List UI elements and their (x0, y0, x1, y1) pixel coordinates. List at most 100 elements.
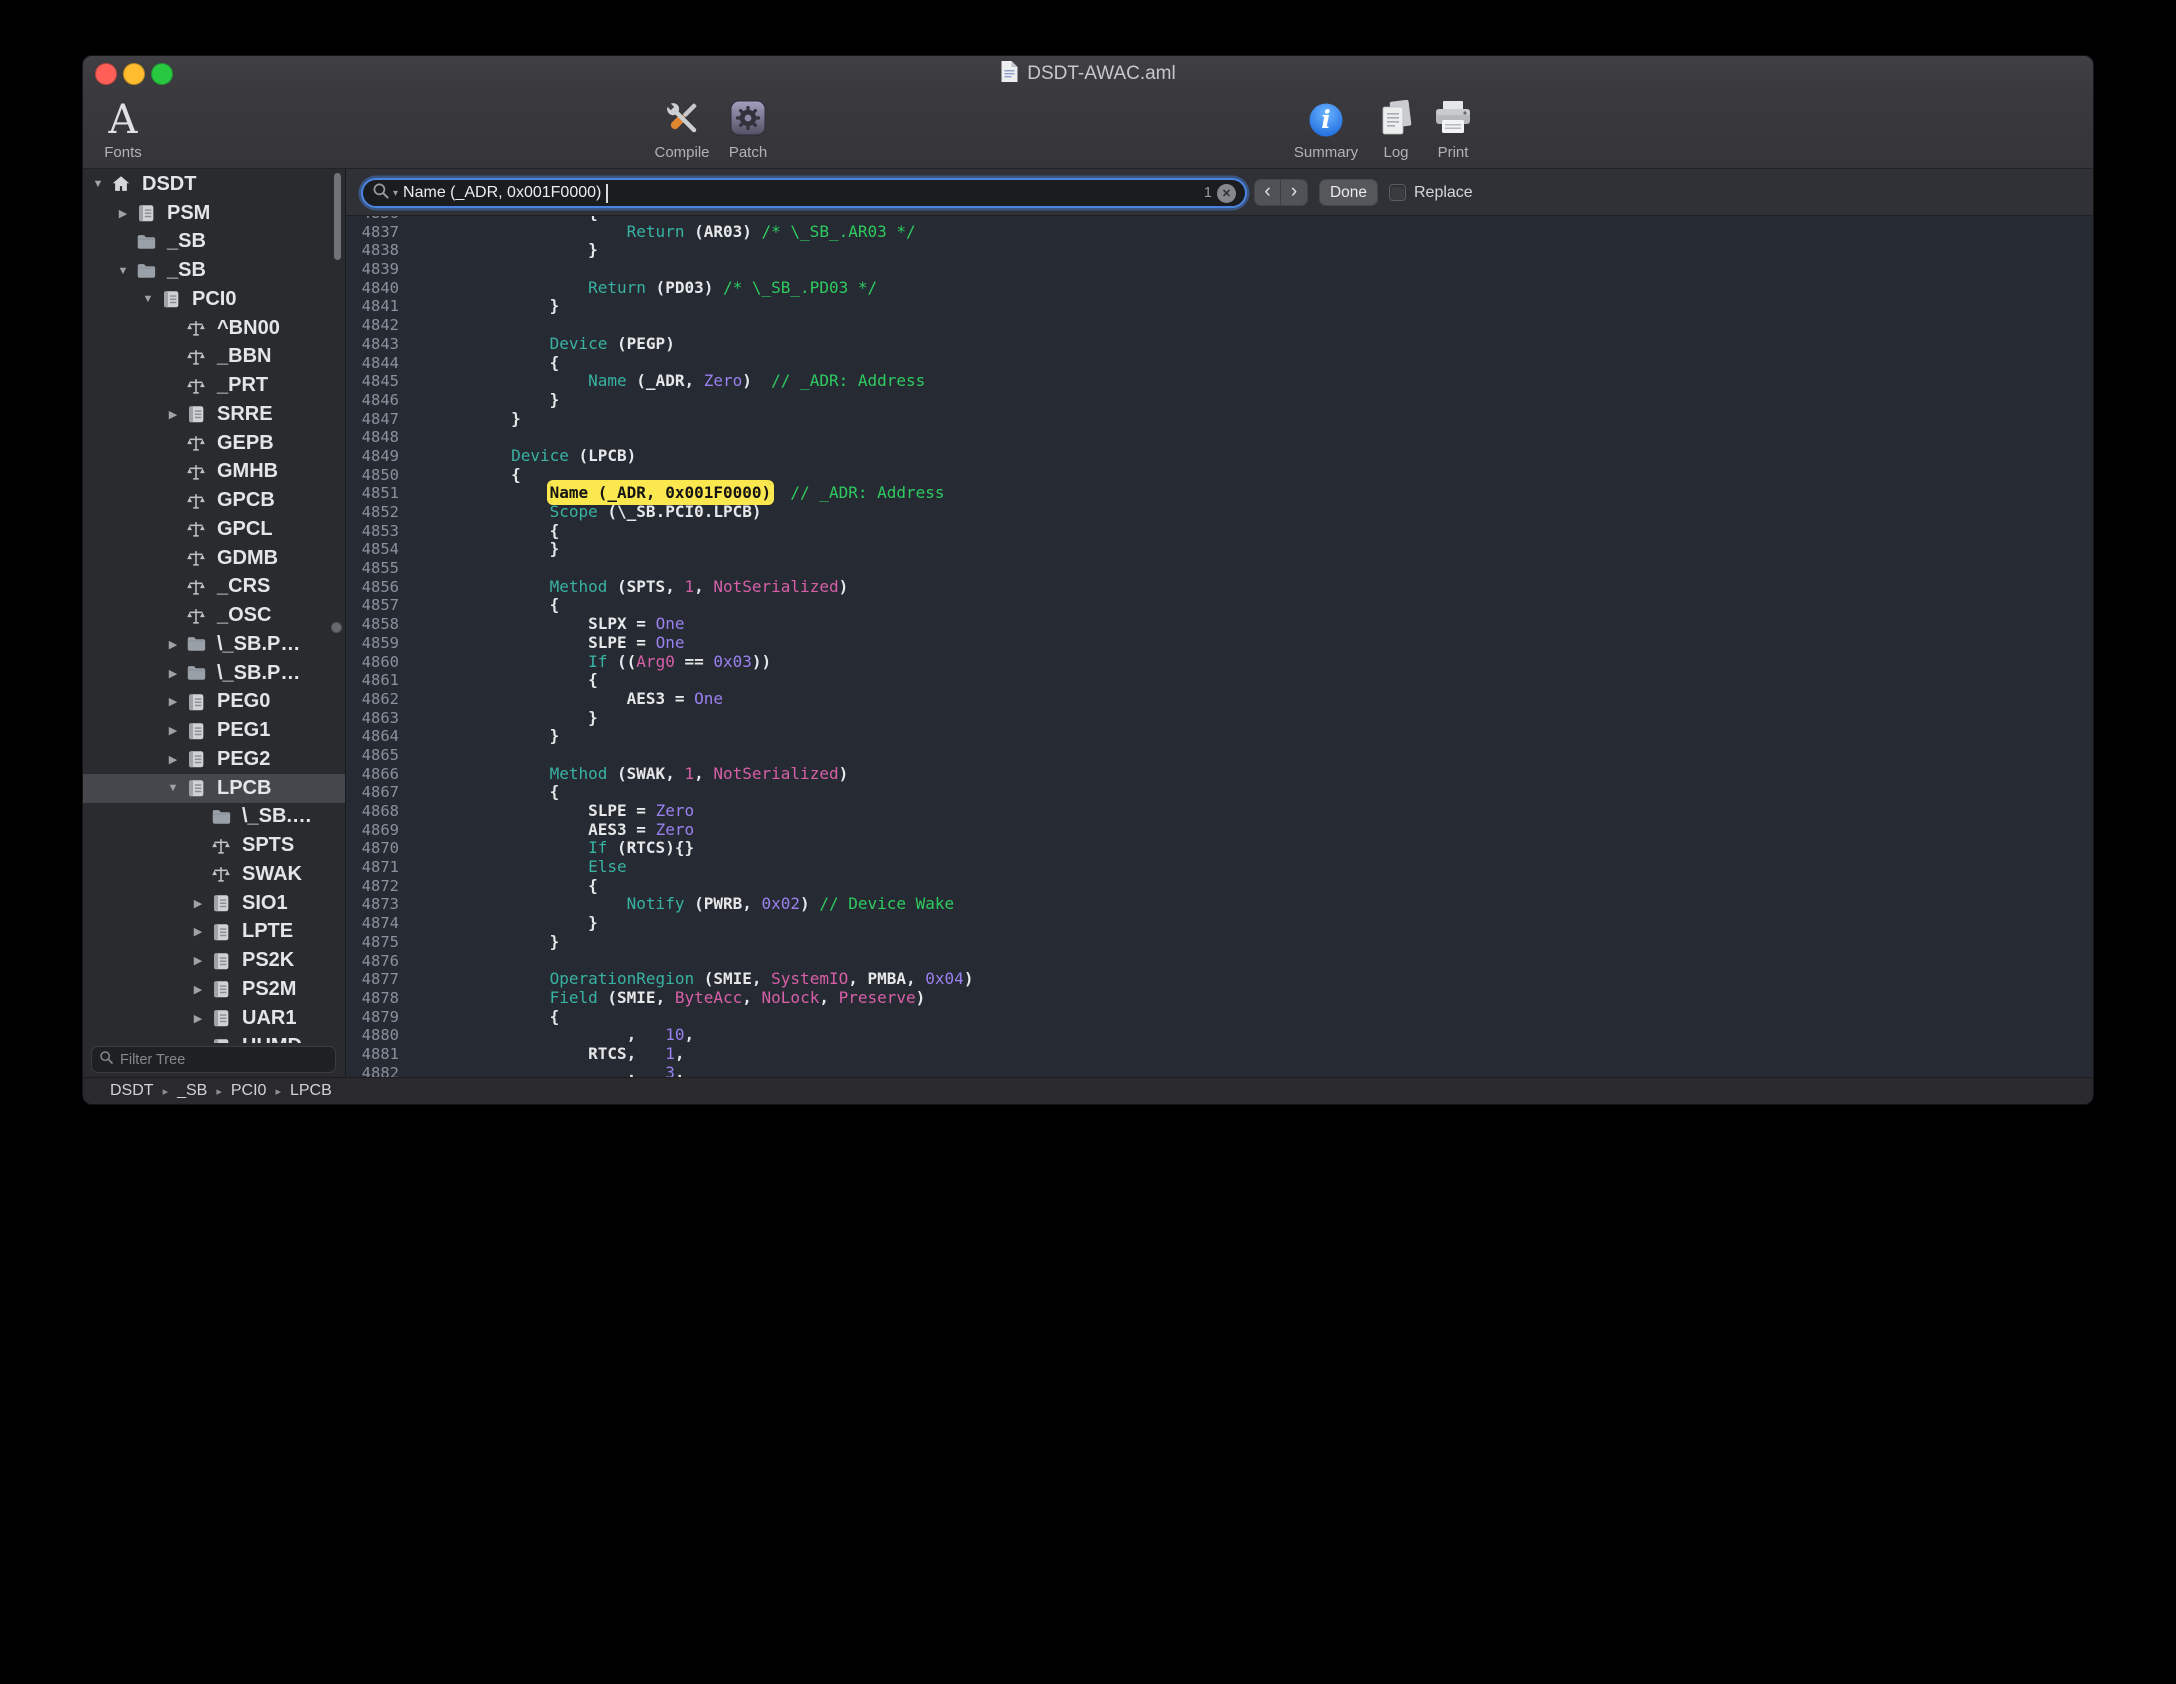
code-line-4839[interactable] (434, 260, 2093, 279)
tree-item-psm[interactable]: ▶PSM (83, 199, 345, 228)
tree-item-humd[interactable]: ▶HUMD (83, 1033, 345, 1044)
code-line-4871[interactable]: Else (434, 858, 2093, 877)
patch-button[interactable]: Patch (710, 96, 786, 161)
code-line-4862[interactable]: AES3 = One (434, 690, 2093, 709)
tree-item-pci0[interactable]: ▼PCI0 (83, 285, 345, 314)
zoom-button[interactable] (151, 63, 173, 85)
code-line-4873[interactable]: Notify (PWRB, 0x02) // Device Wake (434, 895, 2093, 914)
disclosure-triangle-icon[interactable]: ▶ (162, 724, 184, 737)
tree-item-spts[interactable]: SPTS (83, 831, 345, 860)
tree-item-sb[interactable]: ▼_SB (83, 256, 345, 285)
disclosure-triangle-icon[interactable]: ▶ (162, 638, 184, 651)
code-line-4849[interactable]: Device (LPCB) (434, 447, 2093, 466)
find-next-button[interactable]: › (1281, 180, 1307, 205)
tree-item-gmhb[interactable]: GMHB (83, 458, 345, 487)
done-button[interactable]: Done (1319, 179, 1378, 206)
summary-button[interactable]: i Summary (1288, 96, 1364, 161)
code-line-4874[interactable]: } (434, 914, 2093, 933)
disclosure-triangle-icon[interactable]: ▶ (112, 207, 134, 220)
disclosure-triangle-icon[interactable]: ▼ (137, 293, 159, 305)
tree-item-sb[interactable]: \_SB.… (83, 803, 345, 832)
search-menu-chevron-icon[interactable]: ▾ (393, 188, 398, 199)
disclosure-triangle-icon[interactable]: ▶ (187, 897, 209, 910)
code-line-4857[interactable]: { (434, 596, 2093, 615)
tree-item-peg2[interactable]: ▶PEG2 (83, 745, 345, 774)
code-line-4875[interactable]: } (434, 933, 2093, 952)
code-line-4856[interactable]: Method (SPTS, 1, NotSerialized) (434, 578, 2093, 597)
tree-item-prt[interactable]: _PRT (83, 371, 345, 400)
code-line-4852[interactable]: Scope (\_SB.PCI0.LPCB) (434, 503, 2093, 522)
disclosure-triangle-icon[interactable]: ▶ (187, 983, 209, 996)
code-line-4840[interactable]: Return (PD03) /* \_SB_.PD03 */ (434, 279, 2093, 298)
disclosure-triangle-icon[interactable]: ▼ (162, 782, 184, 794)
disclosure-triangle-icon[interactable]: ▶ (187, 925, 209, 938)
code-line-4846[interactable]: } (434, 391, 2093, 410)
code-line-4868[interactable]: SLPE = Zero (434, 802, 2093, 821)
code-line-4870[interactable]: If (RTCS){} (434, 839, 2093, 858)
disclosure-triangle-icon[interactable]: ▶ (162, 753, 184, 766)
code-line-4867[interactable]: { (434, 783, 2093, 802)
disclosure-triangle-icon[interactable]: ▶ (187, 1012, 209, 1025)
code-line-4863[interactable]: } (434, 709, 2093, 728)
code-line-4848[interactable] (434, 428, 2093, 447)
tree-item-peg0[interactable]: ▶PEG0 (83, 688, 345, 717)
splitter-handle[interactable] (331, 622, 342, 633)
tree-item-dsdt[interactable]: ▼DSDT (83, 170, 345, 199)
print-button[interactable]: Print (1415, 96, 1491, 161)
breadcrumb-item-sb[interactable]: _SB (177, 1082, 207, 1100)
breadcrumb-item-lpcb[interactable]: LPCB (290, 1082, 332, 1100)
code-line-4850[interactable]: { (434, 466, 2093, 485)
code-line-4877[interactable]: OperationRegion (SMIE, SystemIO, PMBA, 0… (434, 970, 2093, 989)
code-line-4869[interactable]: AES3 = Zero (434, 821, 2093, 840)
breadcrumb-item-dsdt[interactable]: DSDT (110, 1082, 154, 1100)
tree-item-lpte[interactable]: ▶LPTE (83, 918, 345, 947)
tree-item-lpcb[interactable]: ▼LPCB (83, 774, 345, 803)
code-line-4855[interactable] (434, 559, 2093, 578)
tree-item-osc[interactable]: _OSC (83, 601, 345, 630)
tree-item-sbp[interactable]: ▶\_SB.P… (83, 630, 345, 659)
code-line-4859[interactable]: SLPE = One (434, 634, 2093, 653)
code-line-4860[interactable]: If ((Arg0 == 0x03)) (434, 653, 2093, 672)
code-line-4842[interactable] (434, 316, 2093, 335)
minimize-button[interactable] (123, 63, 145, 85)
code-line-4838[interactable]: } (434, 241, 2093, 260)
code-line-4866[interactable]: Method (SWAK, 1, NotSerialized) (434, 765, 2093, 784)
code-line-4858[interactable]: SLPX = One (434, 615, 2093, 634)
find-previous-button[interactable]: ‹ (1255, 180, 1281, 205)
title-bar[interactable]: DSDT-AWAC.aml (83, 56, 2093, 92)
code-line-4878[interactable]: Field (SMIE, ByteAcc, NoLock, Preserve) (434, 989, 2093, 1008)
disclosure-triangle-icon[interactable]: ▶ (162, 667, 184, 680)
filter-tree-input[interactable] (120, 1052, 328, 1068)
tree-item-ps2m[interactable]: ▶PS2M (83, 975, 345, 1004)
code-line-4843[interactable]: Device (PEGP) (434, 335, 2093, 354)
code-line-4879[interactable]: { (434, 1008, 2093, 1027)
tree-item-peg1[interactable]: ▶PEG1 (83, 716, 345, 745)
code-line-4853[interactable]: { (434, 522, 2093, 541)
code-line-4864[interactable]: } (434, 727, 2093, 746)
code-line-4876[interactable] (434, 952, 2093, 971)
code-line-4837[interactable]: Return (AR03) /* \_SB_.AR03 */ (434, 223, 2093, 242)
tree-item-gpcb[interactable]: GPCB (83, 486, 345, 515)
disclosure-triangle-icon[interactable]: ▶ (162, 695, 184, 708)
tree-item-bn00[interactable]: ^BN00 (83, 314, 345, 343)
code-line-4841[interactable]: } (434, 297, 2093, 316)
code-line-4861[interactable]: { (434, 671, 2093, 690)
tree-item-srre[interactable]: ▶SRRE (83, 400, 345, 429)
code-line-4865[interactable] (434, 746, 2093, 765)
tree-item-gdmb[interactable]: GDMB (83, 544, 345, 573)
tree-item-gepb[interactable]: GEPB (83, 429, 345, 458)
breadcrumb-item-pci0[interactable]: PCI0 (231, 1082, 267, 1100)
tree-item-sio1[interactable]: ▶SIO1 (83, 889, 345, 918)
fonts-button[interactable]: A Fonts (85, 96, 161, 161)
clear-search-button[interactable]: ✕ (1217, 184, 1236, 203)
code-line-4872[interactable]: { (434, 877, 2093, 896)
tree-item-crs[interactable]: _CRS (83, 573, 345, 602)
find-input[interactable]: ▾ Name (_ADR, 0x001F0000) 1 ✕ (361, 178, 1247, 208)
filter-tree-field[interactable] (91, 1046, 336, 1073)
tree-item-gpcl[interactable]: GPCL (83, 515, 345, 544)
tree-item-swak[interactable]: SWAK (83, 860, 345, 889)
code-line-4847[interactable]: } (434, 410, 2093, 429)
close-button[interactable] (95, 63, 117, 85)
disclosure-triangle-icon[interactable]: ▶ (162, 408, 184, 421)
tree-item-bbn[interactable]: _BBN (83, 343, 345, 372)
